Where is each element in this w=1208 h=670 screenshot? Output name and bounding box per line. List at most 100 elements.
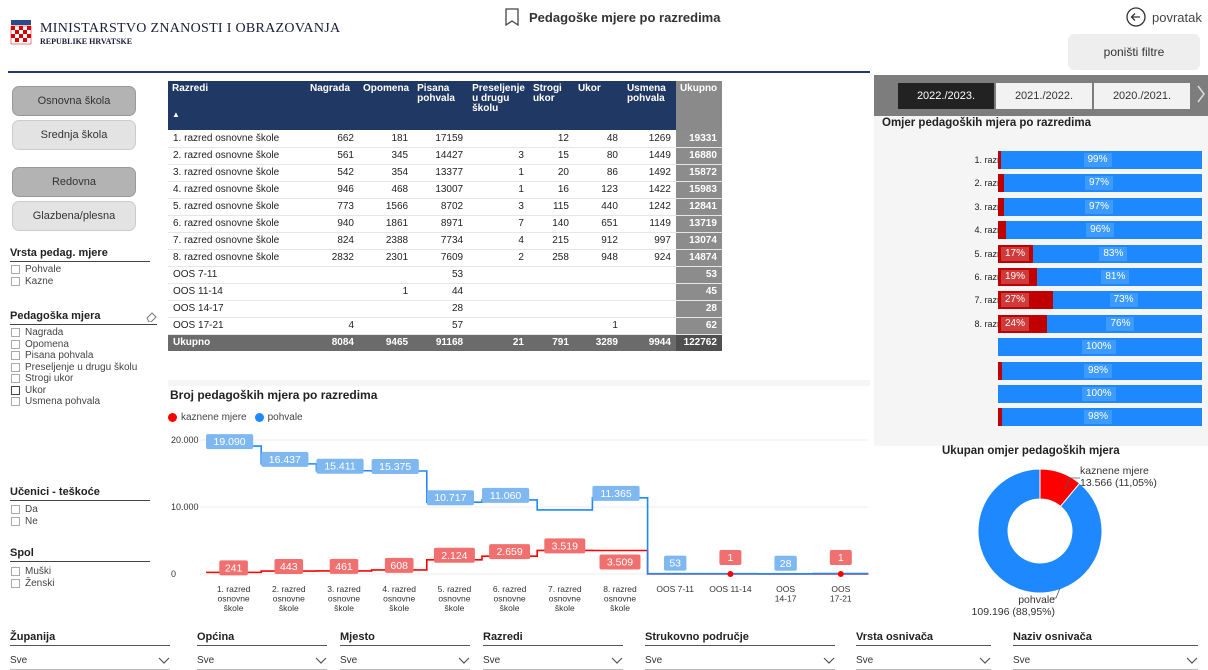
ratio-row[interactable]: OOS 7-11100% [874,338,1208,357]
back-button[interactable]: povratak [1126,7,1202,27]
table-row[interactable]: 5. razred osnovne škole 773 1566 8702 3 115 44… [168,198,722,216]
checkbox[interactable] [11,516,20,526]
option-label: Ukor [25,384,47,396]
table-row[interactable]: OOS 14-17 28 28 [168,300,722,318]
column-header-razredi[interactable]: Razredi ▲ [168,81,306,130]
chevron-right-icon[interactable] [1196,84,1206,104]
filter-option-ne[interactable]: Ne [11,516,38,528]
ratio-bar: 97% [998,197,1202,216]
table-row[interactable]: 4. razred osnovne škole 946 468 13007 1 16 123… [168,181,722,199]
table-row[interactable]: 7. razred osnovne škole 824 2388 7734 4 215 91… [168,232,722,250]
checkbox[interactable] [11,339,20,349]
filter-dropdown[interactable]: Sve [340,652,470,670]
filter-option-pohvale[interactable]: Pohvale [11,264,61,276]
sort-ascending-icon[interactable]: ▲ [172,110,302,120]
column-header-strogi-ukor[interactable]: Strogi ukor [528,81,574,130]
year-tab-2021-2022[interactable]: 2021./2022. [996,83,1092,109]
dropdown-value: Sve [856,655,874,666]
value-cell [306,283,359,301]
checkbox[interactable] [11,397,20,407]
line-chart: 0 10.000 20.000 241 443 461 608 2.124 2.659 3.519… [171,434,869,613]
school-type-primary-button[interactable]: Osnovna škola [12,86,136,116]
column-header-ukupno[interactable]: Ukupno [675,81,722,130]
year-tab-2022-2023[interactable]: 2022./2023. [898,83,994,109]
ratio-bar-kazne[interactable] [998,221,1007,240]
ratio-row[interactable]: 2. razred osnovne škole97% [874,174,1208,193]
value-cell: 824 [306,232,359,250]
ratio-row[interactable]: 5. razred osnovne škole17%83% [874,244,1208,263]
filter-dropdown[interactable]: Sve [10,652,170,670]
eraser-icon[interactable] [146,312,157,322]
checkbox[interactable] [11,328,20,338]
ratio-bar: 100% [998,338,1202,357]
value-cell [306,266,359,284]
ratio-label-kazne: 19% [1001,270,1030,284]
column-header-preseljenje[interactable]: Preseljenje u drugu školu [468,81,529,130]
table-row[interactable]: OOS 17-21 4 57 1 62 [168,317,722,335]
filter-option-zenski[interactable]: Ženski [11,578,54,590]
filter-dropdown[interactable]: Sve [1013,652,1198,670]
filter-option-usmena-pohvala[interactable]: Usmena pohvala [11,396,137,408]
table-row[interactable]: 8. razred osnovne škole 2832 2301 7609 2 258 9… [168,249,722,267]
checkbox[interactable] [11,276,20,286]
column-header-nagrada[interactable]: Nagrada [306,81,359,130]
filter-option-nagrada[interactable]: Nagrada [11,327,137,339]
checkbox[interactable] [11,374,20,384]
row-total-cell: 15983 [675,181,722,199]
ratio-row[interactable]: 4. razred osnovne škole96% [874,221,1208,240]
checkbox[interactable] [11,351,20,361]
ratio-row[interactable]: 3. razred osnovne škole97% [874,197,1208,216]
column-header-pisana-pohvala[interactable]: Pisana pohvala [413,81,469,130]
filter-option-pisana-pohvala[interactable]: Pisana pohvala [11,350,137,362]
filter-option-muski[interactable]: Muški [11,566,54,578]
ratio-row[interactable]: OOS 11-1498% [874,361,1208,380]
checkbox[interactable] [11,362,20,372]
data-point [727,570,734,577]
ratio-label-pohvale: 97% [1085,176,1114,191]
table-row[interactable]: 1. razred osnovne škole 662 181 17159 12 48 12… [168,130,722,148]
filter-option-kazne[interactable]: Kazne [11,276,61,288]
filter-dropdown[interactable]: Sve [856,652,991,670]
filter-option-preseljenje[interactable]: Preseljenje u drugu školu [11,362,137,374]
data-label: 11.365 [600,488,631,500]
ratio-row[interactable]: 8. razred osnovne škole24%76% [874,314,1208,333]
checkbox[interactable] [11,505,20,515]
ratio-row[interactable]: 6. razred osnovne škole19%81% [874,268,1208,286]
filter-option-ukor[interactable]: Ukor [11,385,137,397]
ratio-row[interactable]: OOS 17-2198% [874,408,1208,427]
table-row[interactable]: 2. razred osnovne škole 561 345 14427 3 15 80 1… [168,147,722,165]
filter-dropdown[interactable]: Sve [645,652,835,670]
ratio-row[interactable]: OOS 14-17100% [874,385,1208,403]
column-header-ukor[interactable]: Ukor [573,81,623,130]
table-row[interactable]: 3. razred osnovne škole 542 354 13377 1 20 86 1… [168,164,722,182]
table-row[interactable]: OOS 7-11 53 53 [168,266,722,284]
ratio-row[interactable]: 1. razred osnovne škole99% [874,151,1208,169]
program-music-dance-button[interactable]: Glazbena/plesna [12,201,136,231]
filter-dropdown[interactable]: Sve [483,652,623,670]
filter-option-opomena[interactable]: Opomena [11,339,137,351]
program-regular-button[interactable]: Redovna [12,167,136,197]
value-cell: 440 [573,198,623,216]
year-tab-2020-2021[interactable]: 2020./2021. [1094,83,1190,109]
donut-label-pohvale: pohvale 109.196 (88,95%) [905,594,1055,618]
total-label-cell: Ukupno [168,334,306,351]
checkbox[interactable] [11,385,20,395]
legend-item-pohvale[interactable]: pohvale [268,412,303,423]
checkbox[interactable] [11,567,20,577]
filter-option-strogi-ukor[interactable]: Strogi ukor [11,373,137,385]
checkbox[interactable] [11,578,20,588]
school-type-secondary-button[interactable]: Srednja škola [12,120,136,150]
pohvale-label-text: pohvale [1018,594,1055,606]
table-row[interactable]: OOS 11-14 1 44 45 [168,283,722,301]
clear-filters-button[interactable]: poništi filtre [1068,34,1200,70]
filter-dropdown[interactable]: Sve [197,652,327,670]
donut-title: Ukupan omjer pedagoških mjera [942,445,1120,457]
ratio-row[interactable]: 7. razred osnovne škole27%73% [874,291,1208,310]
legend-item-kaznene[interactable]: kaznene mjere [181,412,247,423]
filter-option-da[interactable]: Da [11,504,38,516]
column-header-usmena-pohvala[interactable]: Usmena pohvala [622,81,676,130]
table-row[interactable]: 6. razred osnovne škole 940 1861 8971 7 140 65… [168,215,722,233]
checkbox[interactable] [11,265,20,275]
bookmark-icon[interactable] [505,8,519,26]
column-header-opomena[interactable]: Opomena [359,81,414,130]
